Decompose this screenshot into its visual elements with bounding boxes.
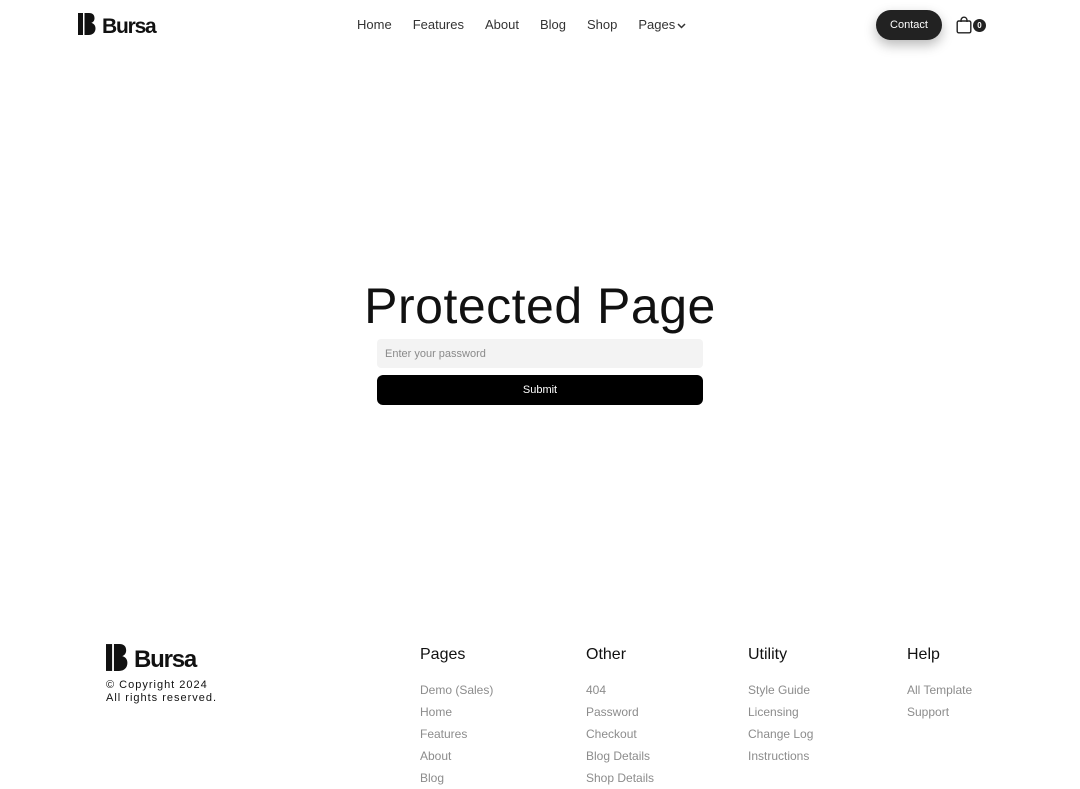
footer-link[interactable]: Change Log	[748, 723, 813, 745]
footer-link[interactable]: Style Guide	[748, 679, 813, 701]
footer-column-utility: Utility Style Guide Licensing Change Log…	[748, 645, 813, 767]
site-header: Bursa Home Features About Blog Shop Page…	[0, 0, 1080, 50]
logo-mark-icon	[106, 644, 128, 676]
chevron-down-icon	[677, 16, 686, 34]
main-nav: Home Features About Blog Shop Pages	[357, 16, 686, 34]
brand-name: Bursa	[102, 14, 157, 38]
nav-blog[interactable]: Blog	[540, 16, 566, 34]
footer-links: Style Guide Licensing Change Log Instruc…	[748, 679, 813, 767]
footer-link[interactable]: Checkout	[586, 723, 654, 745]
copyright: © Copyright 2024 All rights reserved.	[106, 679, 217, 705]
footer-column-title: Pages	[420, 646, 466, 663]
footer-link[interactable]: 404	[586, 679, 654, 701]
footer-link[interactable]: About	[420, 745, 493, 767]
nav-about[interactable]: About	[485, 16, 519, 34]
rights-line: All rights reserved.	[106, 692, 218, 704]
footer-link[interactable]: Shop Details	[586, 767, 654, 789]
page-title: Protected Page	[364, 278, 716, 334]
password-input[interactable]	[377, 339, 703, 368]
footer-link[interactable]: Licensing	[748, 701, 813, 723]
footer-column-title: Help	[907, 646, 940, 663]
footer-column-title: Other	[586, 646, 627, 663]
nav-features[interactable]: Features	[413, 16, 464, 34]
footer-link[interactable]: Instructions	[748, 745, 813, 767]
footer-links: 404 Password Checkout Blog Details Shop …	[586, 679, 654, 789]
footer-column-pages: Pages Demo (Sales) Home Features About B…	[420, 645, 493, 789]
cart-count-badge: 0	[973, 19, 986, 32]
footer-links: Demo (Sales) Home Features About Blog	[420, 679, 493, 789]
footer-link[interactable]: Features	[420, 723, 493, 745]
copyright-line: © Copyright 2024	[106, 679, 208, 691]
footer-logo[interactable]: Bursa	[106, 644, 197, 676]
footer-link[interactable]: Support	[907, 701, 972, 723]
contact-button[interactable]: Contact	[876, 10, 942, 40]
shopping-bag-icon	[956, 16, 972, 39]
submit-button[interactable]: Submit	[377, 375, 703, 405]
footer-column-help: Help All Template Support	[907, 645, 972, 723]
nav-home[interactable]: Home	[357, 16, 392, 34]
cart-button[interactable]: 0	[956, 16, 988, 36]
footer-column-other: Other 404 Password Checkout Blog Details…	[586, 645, 654, 789]
nav-pages-dropdown[interactable]: Pages	[638, 16, 686, 34]
nav-pages-label: Pages	[638, 17, 676, 32]
footer-link[interactable]: Blog Details	[586, 745, 654, 767]
footer-link[interactable]: Blog	[420, 767, 493, 789]
footer-link[interactable]: Password	[586, 701, 654, 723]
footer-link[interactable]: Home	[420, 701, 493, 723]
footer-link[interactable]: All Template	[907, 679, 972, 701]
header-logo[interactable]: Bursa	[78, 13, 157, 40]
nav-shop[interactable]: Shop	[587, 16, 617, 34]
footer-links: All Template Support	[907, 679, 972, 723]
footer-brand-name: Bursa	[134, 646, 197, 673]
footer-column-title: Utility	[748, 646, 788, 663]
footer-link[interactable]: Demo (Sales)	[420, 679, 493, 701]
logo-mark-icon	[78, 13, 96, 40]
